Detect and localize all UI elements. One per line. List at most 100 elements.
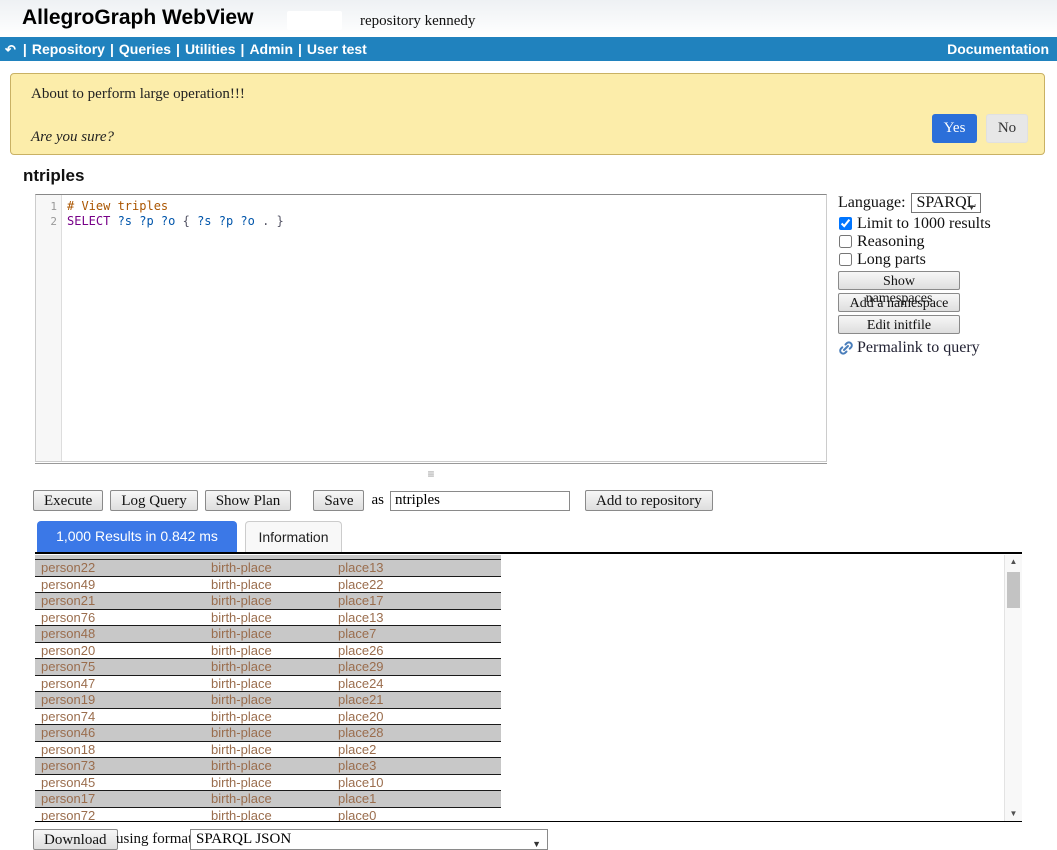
table-cell[interactable]: birth-place [205, 725, 332, 741]
table-cell[interactable]: birth-place [205, 676, 332, 692]
table-row[interactable]: person47birth-placeplace24 [35, 676, 501, 693]
table-cell[interactable]: birth-place [205, 692, 332, 708]
table-cell[interactable]: place24 [332, 676, 492, 692]
table-cell[interactable]: birth-place [205, 758, 332, 774]
table-cell[interactable]: place10 [332, 775, 492, 791]
edit-initfile-button[interactable]: Edit initfile [838, 315, 960, 334]
add-to-repository-button[interactable]: Add to repository [585, 490, 713, 511]
format-select[interactable]: SPARQL JSON ▼ [190, 829, 548, 850]
show-plan-button[interactable]: Show Plan [205, 490, 292, 511]
table-cell[interactable]: place0 [332, 808, 492, 823]
table-cell[interactable]: birth-place [205, 775, 332, 791]
table-cell[interactable]: person48 [35, 626, 205, 642]
table-row[interactable]: person74birth-placeplace20 [35, 709, 501, 726]
table-row[interactable]: person49birth-placeplace22 [35, 577, 501, 594]
table-row[interactable]: person22birth-placeplace13 [35, 560, 501, 577]
save-button[interactable]: Save [313, 490, 364, 511]
results-scrollbar[interactable]: ▲ ▼ [1004, 555, 1022, 821]
nav-documentation-link[interactable]: Documentation [947, 37, 1049, 61]
nav-separator: | [23, 41, 27, 57]
table-cell[interactable]: birth-place [205, 659, 332, 675]
permalink-to-query-link[interactable]: Permalink to query [838, 339, 1048, 357]
table-cell[interactable]: place22 [332, 577, 492, 593]
table-row[interactable]: person48birth-placeplace7 [35, 626, 501, 643]
tab-information[interactable]: Information [245, 521, 342, 552]
table-row[interactable]: person21birth-placeplace17 [35, 593, 501, 610]
scroll-up-icon[interactable]: ▲ [1005, 555, 1022, 569]
table-cell[interactable]: person19 [35, 692, 205, 708]
table-cell[interactable]: person22 [35, 560, 205, 576]
table-cell[interactable]: person76 [35, 610, 205, 626]
scroll-thumb[interactable] [1007, 572, 1020, 608]
nav-item-utilities[interactable]: Utilities [185, 41, 236, 57]
table-row[interactable]: person46birth-placeplace28 [35, 725, 501, 742]
table-cell[interactable]: place26 [332, 643, 492, 659]
table-cell[interactable]: birth-place [205, 577, 332, 593]
table-row[interactable]: person76birth-placeplace13 [35, 610, 501, 627]
back-icon[interactable]: ↶ [5, 38, 16, 62]
table-cell[interactable]: birth-place [205, 593, 332, 609]
table-cell[interactable]: person73 [35, 758, 205, 774]
table-row[interactable]: person19birth-placeplace21 [35, 692, 501, 709]
checkbox-reasoning[interactable] [839, 235, 852, 248]
add-a-namespace-button[interactable]: Add a namespace [838, 293, 960, 312]
table-row[interactable]: person17birth-placeplace1 [35, 791, 501, 808]
table-cell[interactable]: place7 [332, 626, 492, 642]
no-button[interactable]: No [986, 114, 1028, 143]
nav-item-repository[interactable]: Repository [32, 41, 105, 57]
table-cell[interactable]: place1 [332, 791, 492, 807]
table-cell[interactable]: person18 [35, 742, 205, 758]
table-row[interactable]: person20birth-placeplace26 [35, 643, 501, 660]
table-cell[interactable]: person47 [35, 676, 205, 692]
table-row[interactable]: person18birth-placeplace2 [35, 742, 501, 759]
table-cell[interactable]: birth-place [205, 742, 332, 758]
table-cell[interactable]: place2 [332, 742, 492, 758]
table-cell[interactable]: birth-place [205, 709, 332, 725]
table-cell[interactable]: place3 [332, 758, 492, 774]
table-cell[interactable]: person45 [35, 775, 205, 791]
table-cell[interactable]: person72 [35, 808, 205, 823]
table-cell[interactable]: place29 [332, 659, 492, 675]
editor-code[interactable]: # View triplesSELECT ?s ?p ?o { ?s ?p ?o… [62, 195, 284, 461]
table-cell[interactable]: person49 [35, 577, 205, 593]
table-cell[interactable]: person21 [35, 593, 205, 609]
nav-item-user-test[interactable]: User test [307, 41, 367, 57]
table-cell[interactable]: place21 [332, 692, 492, 708]
checkbox-long-parts[interactable] [839, 253, 852, 266]
table-row[interactable]: person72birth-placeplace0 [35, 808, 501, 823]
table-row[interactable]: person73birth-placeplace3 [35, 758, 501, 775]
table-cell[interactable]: place13 [332, 560, 492, 576]
resize-grip-icon[interactable]: ≡ [427, 467, 434, 481]
scroll-down-icon[interactable]: ▼ [1005, 807, 1022, 821]
table-cell[interactable]: person17 [35, 791, 205, 807]
language-select[interactable]: SPARQL ▼ [911, 193, 981, 213]
table-cell[interactable]: birth-place [205, 626, 332, 642]
table-cell[interactable]: birth-place [205, 808, 332, 823]
query-options-panel: Language: SPARQL ▼ Limit to 1000 results… [838, 192, 1048, 357]
query-editor[interactable]: 12 # View triplesSELECT ?s ?p ?o { ?s ?p… [35, 194, 827, 462]
table-cell[interactable]: place13 [332, 610, 492, 626]
table-cell[interactable]: place20 [332, 709, 492, 725]
nav-item-queries[interactable]: Queries [119, 41, 171, 57]
checkbox-limit-to-1000-results[interactable] [839, 217, 852, 230]
table-cell[interactable]: birth-place [205, 791, 332, 807]
table-cell[interactable]: person46 [35, 725, 205, 741]
table-cell[interactable]: person75 [35, 659, 205, 675]
table-cell[interactable]: birth-place [205, 643, 332, 659]
table-cell[interactable]: person74 [35, 709, 205, 725]
table-cell[interactable]: person20 [35, 643, 205, 659]
log-query-button[interactable]: Log Query [110, 490, 197, 511]
nav-item-admin[interactable]: Admin [249, 41, 293, 57]
tab-results[interactable]: 1,000 Results in 0.842 ms [37, 521, 237, 552]
table-row[interactable]: person45birth-placeplace10 [35, 775, 501, 792]
table-cell[interactable]: birth-place [205, 560, 332, 576]
table-cell[interactable]: place17 [332, 593, 492, 609]
download-button[interactable]: Download [33, 829, 118, 850]
table-cell[interactable]: birth-place [205, 610, 332, 626]
yes-button[interactable]: Yes [932, 114, 977, 143]
execute-button[interactable]: Execute [33, 490, 103, 511]
table-row[interactable]: person75birth-placeplace29 [35, 659, 501, 676]
show-namespaces-button[interactable]: Show namespaces [838, 271, 960, 290]
save-name-input[interactable] [390, 491, 570, 511]
table-cell[interactable]: place28 [332, 725, 492, 741]
